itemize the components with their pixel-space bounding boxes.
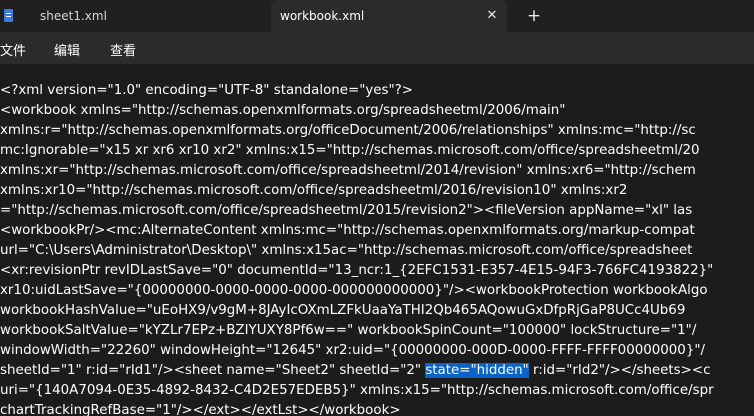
tab-label: workbook.xml bbox=[280, 9, 365, 23]
code-line: <?xml version="1.0" encoding="UTF-8" sta… bbox=[0, 83, 413, 98]
tab-workbook[interactable]: workbook.xml ✕ bbox=[271, 0, 507, 32]
code-line: <workbook xmlns="http://schemas.openxmlf… bbox=[0, 103, 566, 118]
code-line: <xr:revisionPtr revIDLastSave="0" docume… bbox=[0, 263, 714, 278]
text-editor[interactable]: <?xml version="1.0" encoding="UTF-8" sta… bbox=[0, 64, 754, 416]
code-line: chartTrackingRefBase="1"/></ext></extLst… bbox=[0, 403, 401, 416]
tab-label: sheet1.xml bbox=[40, 9, 107, 23]
code-line: xmlns:r="http://schemas.openxmlformats.o… bbox=[0, 123, 696, 138]
code-text: sheetId="1" r:id="rId1"/><sheet name="Sh… bbox=[0, 363, 426, 378]
menu-view[interactable]: 查看 bbox=[110, 40, 136, 59]
tab-sheet1[interactable]: sheet1.xml bbox=[0, 0, 268, 32]
code-line: uri="{140A7094-0E35-4892-8432-C4D2E57EDE… bbox=[0, 383, 714, 398]
code-line-selection: sheetId="1" r:id="rId1"/><sheet name="Sh… bbox=[0, 361, 710, 381]
code-line: xmlns:xr10="http://schemas.microsoft.com… bbox=[0, 183, 628, 198]
code-line: windowWidth="22260" windowHeight="12645"… bbox=[0, 343, 706, 358]
code-line: workbookHashValue="uEoHX9/v9gM+8JAyIcOXm… bbox=[0, 303, 686, 318]
code-line: url="C:\Users\Administrator\Desktop\" xm… bbox=[0, 243, 693, 258]
code-text: r:id="rId2"/></sheets><c bbox=[528, 363, 711, 378]
code-line: ="http://schemas.microsoft.com/office/sp… bbox=[0, 203, 693, 218]
code-line: <workbookPr/><mc:AlternateContent xmlns:… bbox=[0, 223, 695, 238]
selected-text: state="hidden" bbox=[425, 363, 529, 378]
new-tab-button[interactable]: + bbox=[522, 4, 546, 28]
close-icon[interactable]: ✕ bbox=[482, 5, 502, 25]
tab-bar: sheet1.xml workbook.xml ✕ + bbox=[0, 0, 754, 32]
code-line: workbookSaltValue="kYZLr7EPz+BZIYUXY8Pf6… bbox=[0, 323, 697, 338]
menu-edit[interactable]: 编辑 bbox=[54, 40, 80, 59]
code-line: mc:Ignorable="x15 xr xr6 xr10 xr2" xmlns… bbox=[0, 143, 700, 158]
notepad-icon bbox=[4, 9, 13, 22]
menu-bar: 文件 编辑 查看 bbox=[0, 32, 754, 64]
menu-file[interactable]: 文件 bbox=[0, 40, 26, 59]
code-line: xr10:uidLastSave="{00000000-0000-0000-00… bbox=[0, 283, 708, 298]
code-line: xmlns:xr="http://schemas.microsoft.com/o… bbox=[0, 163, 696, 178]
